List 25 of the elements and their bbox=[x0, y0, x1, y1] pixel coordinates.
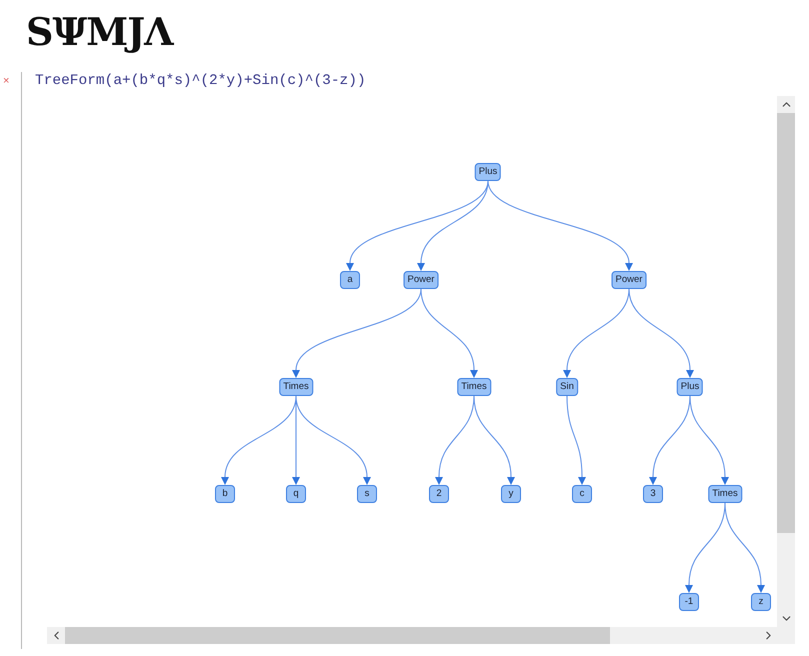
tree-node: -1 bbox=[679, 593, 699, 611]
scroll-thumb[interactable] bbox=[777, 113, 795, 533]
tree-node: Times bbox=[457, 378, 491, 396]
tree-node: Times bbox=[708, 485, 742, 503]
tree-node: s bbox=[357, 485, 377, 503]
tree-node: 3 bbox=[643, 485, 663, 503]
tree-node: b bbox=[215, 485, 235, 503]
tree-node: Power bbox=[404, 271, 438, 289]
tree-node: Plus bbox=[474, 163, 502, 181]
tree-node: a bbox=[340, 271, 360, 289]
tree-node: Sin bbox=[556, 378, 578, 396]
vertical-scrollbar[interactable] bbox=[777, 96, 795, 627]
tree-node: Power bbox=[612, 271, 646, 289]
tree-node: q bbox=[286, 485, 306, 503]
tree-node: c bbox=[572, 485, 592, 503]
tree-node: 2 bbox=[429, 485, 449, 503]
horizontal-scrollbar[interactable] bbox=[47, 627, 777, 644]
scroll-thumb[interactable] bbox=[65, 627, 610, 644]
tree-node: z bbox=[751, 593, 771, 611]
delete-cell-icon[interactable]: × bbox=[0, 72, 17, 649]
tree-node: Plus bbox=[676, 378, 704, 396]
input-expression[interactable]: TreeForm(a+(b*q*s)^(2*y)+Sin(c)^(3-z)) bbox=[22, 72, 366, 96]
symja-logo: SΨMJΛ bbox=[26, 8, 173, 56]
tree-node: Times bbox=[279, 378, 313, 396]
tree-node: y bbox=[501, 485, 521, 503]
